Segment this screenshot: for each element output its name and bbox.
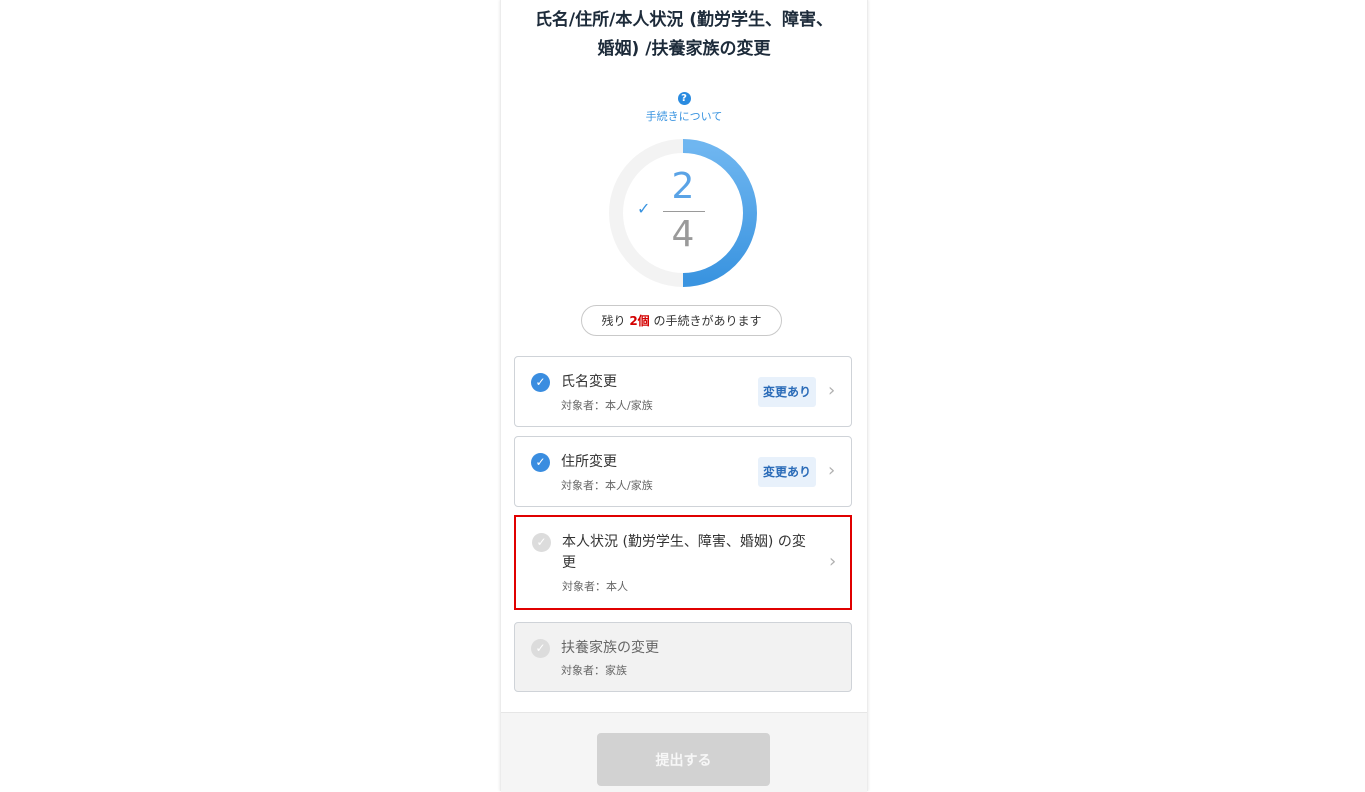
procedure-panel: 氏名/住所/本人状況 (勤労学生、障害、 婚姻) /扶養家族の変更 ? 手続きに…: [500, 0, 868, 792]
procedure-card-dependents-change: ✓ 扶養家族の変更 対象者：家族: [514, 622, 852, 692]
changed-badge: 変更あり: [758, 377, 816, 407]
procedure-title: 氏名変更: [561, 374, 617, 390]
check-circle-icon: ✓: [531, 639, 550, 658]
remaining-pill: 残り 2個 の手続きがあります: [581, 305, 782, 336]
progress-ring: ✓ 2 4: [607, 137, 759, 289]
page-title: 氏名/住所/本人状況 (勤労学生、障害、 婚姻) /扶養家族の変更: [501, 6, 867, 64]
procedure-target: 対象者：家族: [561, 664, 627, 677]
check-icon: ✓: [637, 199, 651, 218]
procedure-target: 対象者：本人/家族: [561, 479, 653, 492]
procedure-target: 対象者：本人: [562, 580, 628, 593]
footer-bar: 提出する: [501, 712, 867, 792]
remaining-count: 2個: [629, 314, 650, 328]
question-icon[interactable]: ?: [677, 92, 691, 105]
chevron-right-icon: ›: [829, 551, 837, 572]
procedure-card-address-change[interactable]: ✓ 住所変更 対象者：本人/家族 変更あり ›: [514, 436, 852, 507]
check-circle-icon: ✓: [532, 533, 551, 552]
help-link[interactable]: ? 手続きについて: [501, 86, 867, 124]
procedure-title-line1: 本人状況 (勤労学生、障害、婚姻) の変: [562, 534, 806, 550]
procedure-card-personal-status-change[interactable]: ✓ 本人状況 (勤労学生、障害、婚姻) の変 更 対象者：本人 ›: [514, 515, 852, 610]
page-title-line2: 婚姻) /扶養家族の変更: [597, 39, 771, 59]
procedure-title: 本人状況 (勤労学生、障害、婚姻) の変 更: [562, 532, 806, 574]
chevron-right-icon: ›: [828, 460, 836, 481]
procedure-target: 対象者：本人/家族: [561, 399, 653, 412]
chevron-right-icon: ›: [828, 380, 836, 401]
procedure-card-name-change[interactable]: ✓ 氏名変更 対象者：本人/家族 変更あり ›: [514, 356, 852, 427]
fraction-divider: [663, 211, 705, 212]
procedure-title-line2: 更: [562, 555, 576, 571]
check-circle-icon: ✓: [531, 453, 550, 472]
remaining-prefix: 残り: [601, 314, 626, 328]
progress-completed: 2: [671, 166, 695, 207]
submit-button[interactable]: 提出する: [597, 733, 770, 786]
help-label[interactable]: 手続きについて: [501, 108, 867, 124]
procedure-title: 扶養家族の変更: [561, 640, 659, 656]
progress-total: 4: [671, 214, 695, 255]
page-title-line1: 氏名/住所/本人状況 (勤労学生、障害、: [534, 10, 834, 30]
procedure-title: 住所変更: [561, 454, 617, 470]
remaining-suffix: の手続きがあります: [653, 314, 762, 328]
check-circle-icon: ✓: [531, 373, 550, 392]
changed-badge: 変更あり: [758, 457, 816, 487]
